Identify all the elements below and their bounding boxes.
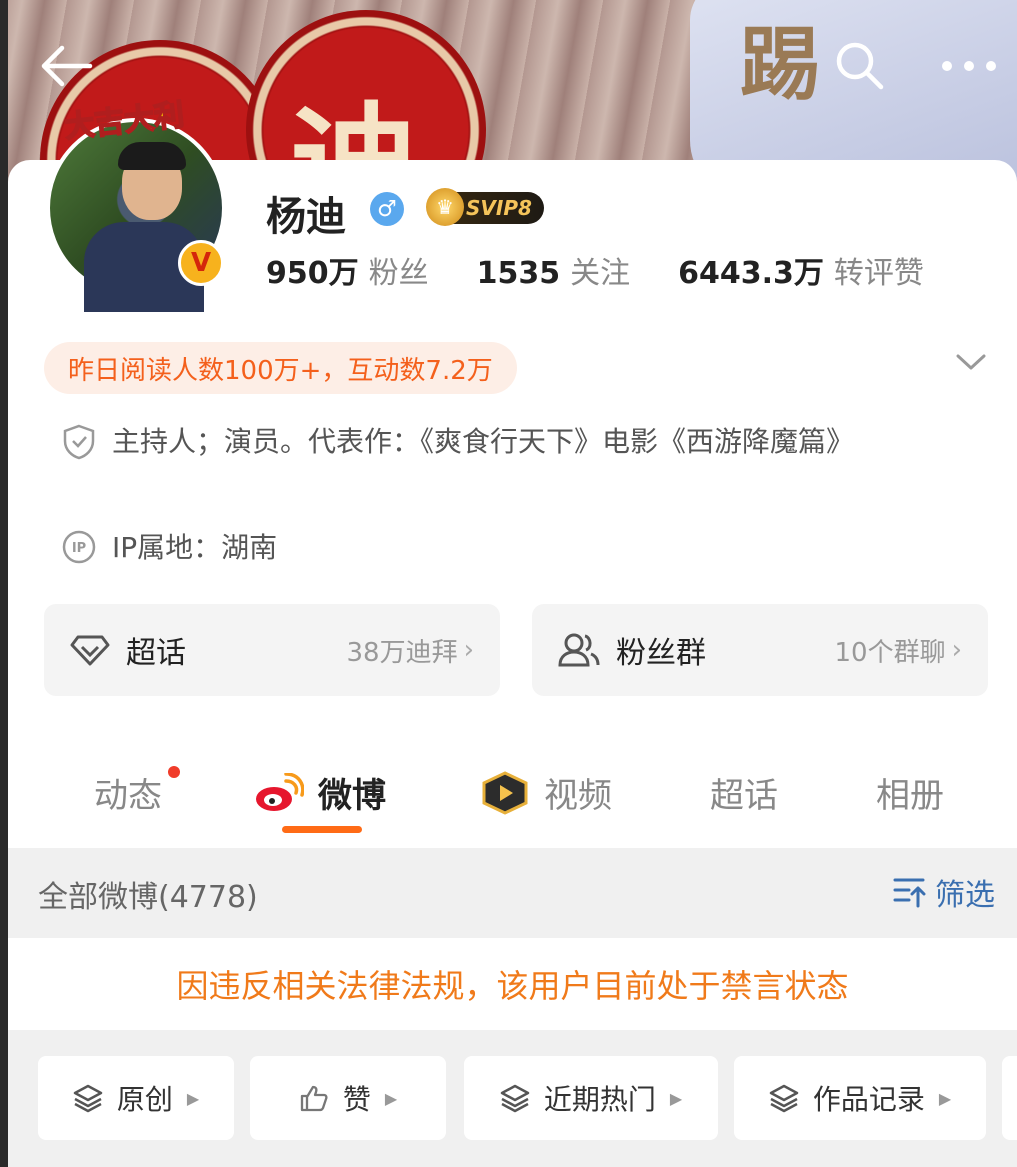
tab-label: 超话: [710, 776, 778, 816]
stat-following[interactable]: 1535 关注: [477, 248, 631, 292]
svg-text:IP: IP: [72, 541, 86, 556]
layers-icon: [500, 1084, 530, 1113]
tab-album[interactable]: 相册: [876, 768, 944, 817]
pill-value: 10个群聊: [834, 637, 946, 668]
video-icon: [482, 770, 528, 815]
back-arrow-icon[interactable]: [38, 44, 94, 92]
chip-label: 赞: [342, 1083, 371, 1116]
caret-right-icon: ▶: [384, 1088, 398, 1108]
profile-tabs: 动态 微博 视频 超话 相册: [8, 760, 1017, 844]
avatar-hair: [118, 142, 186, 170]
svip-label: SVIP8: [466, 196, 532, 220]
group-icon: [558, 633, 600, 667]
weibo-count-title: 全部微博(4778): [38, 880, 258, 915]
svip-badge[interactable]: ♛ SVIP8: [426, 188, 544, 226]
pill-label: 超话: [126, 636, 186, 671]
more-icon[interactable]: [940, 58, 998, 77]
male-gender-icon: ♂: [370, 192, 404, 226]
layers-icon: [73, 1084, 103, 1113]
tab-label: 动态: [94, 776, 162, 816]
super-topic-pill[interactable]: 超话 38万迪拜 ›: [44, 604, 500, 696]
chip-works-record[interactable]: 作品记录 ▶: [734, 1056, 986, 1140]
profile-bio: 主持人；演员。代表作：《爽食行天下》电影《西游降魔篇》: [112, 425, 855, 458]
weibo-filter-bar: 全部微博(4778) 筛选: [8, 848, 1017, 936]
caret-right-icon: ▶: [186, 1088, 200, 1108]
profile-stats: 950万 粉丝 1535 关注 6443.3万 转评赞: [266, 248, 972, 292]
chip-original[interactable]: 原创 ▶: [38, 1056, 234, 1140]
stat-value: 1535: [476, 256, 561, 291]
diamond-icon: [70, 635, 110, 666]
chip-overflow-partial[interactable]: [1002, 1056, 1017, 1140]
left-edge-strip: [0, 0, 8, 1167]
tab-video[interactable]: 视频: [480, 768, 612, 817]
pill-label: 粉丝群: [616, 636, 706, 671]
caret-right-icon: ▶: [669, 1088, 683, 1108]
filter-button[interactable]: 筛选: [893, 870, 995, 914]
chevron-right-icon: ›: [951, 635, 962, 665]
chevron-down-icon[interactable]: [956, 352, 986, 374]
tab-super-topic[interactable]: 超话: [710, 768, 778, 817]
tab-label: 相册: [876, 776, 944, 816]
crown-icon: ♛: [426, 188, 464, 226]
read-stats-badge: 昨日阅读人数100万+，互动数7.2万: [44, 342, 517, 394]
active-tab-indicator: [282, 826, 362, 833]
category-chips: 原创 ▶ 赞 ▶ 近期热门 ▶ 作品记录 ▶: [8, 1032, 1017, 1167]
banner-glyph: 踢: [740, 17, 820, 111]
chip-label: 原创: [116, 1083, 173, 1116]
stat-label: 转评赞: [833, 256, 924, 291]
stat-label: 粉丝: [368, 256, 429, 291]
tab-dynamics[interactable]: 动态: [94, 768, 162, 817]
chevron-right-icon: ›: [463, 635, 474, 665]
search-icon[interactable]: [834, 40, 886, 96]
stat-value: 950万: [266, 256, 359, 291]
stat-interactions[interactable]: 6443.3万 转评赞: [678, 248, 924, 292]
tab-weibo[interactable]: 微博: [254, 768, 386, 817]
banned-notice: 因违反相关法律法规，该用户目前处于禁言状态: [8, 938, 1017, 1030]
chip-label: 作品记录: [812, 1083, 925, 1116]
fan-group-pill[interactable]: 粉丝群 10个群聊 ›: [532, 604, 988, 696]
notification-dot: [168, 766, 180, 778]
profile-name: 杨迪: [266, 194, 346, 240]
thumbs-up-icon: [300, 1085, 328, 1112]
stat-label: 关注: [570, 256, 631, 291]
filter-icon: [893, 878, 926, 908]
chip-like[interactable]: 赞 ▶: [250, 1056, 446, 1140]
chip-recent-hot[interactable]: 近期热门 ▶: [464, 1056, 718, 1140]
verified-v-icon: V: [178, 240, 224, 286]
tab-label: 微博: [318, 776, 386, 816]
stat-followers[interactable]: 950万 粉丝: [266, 248, 429, 292]
stat-value: 6443.3万: [678, 256, 824, 291]
ip-location: IP属地：湖南: [112, 531, 278, 564]
chip-label: 近期热门: [543, 1083, 656, 1116]
tab-label: 视频: [544, 776, 612, 816]
weibo-logo-icon: [256, 772, 304, 811]
layers-icon: [769, 1084, 799, 1113]
ip-icon: IP: [62, 530, 96, 564]
filter-label: 筛选: [935, 878, 995, 913]
pill-value: 38万迪拜: [346, 637, 458, 668]
shield-icon: [62, 424, 96, 460]
caret-right-icon: ▶: [938, 1088, 952, 1108]
